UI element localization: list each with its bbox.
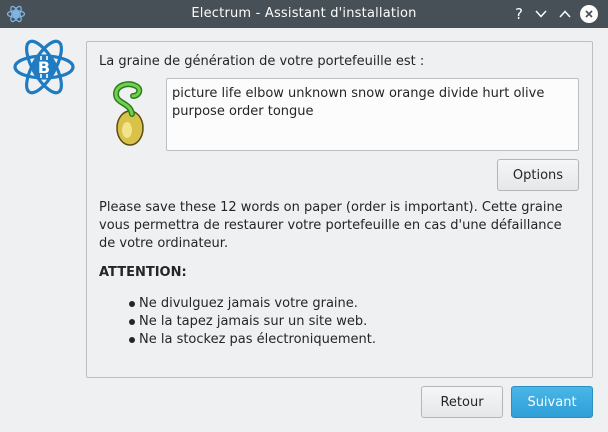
title-bar[interactable]: Electrum - Assistant d'installation ? [0,0,608,28]
list-item: Ne divulguez jamais votre graine. [129,295,376,313]
warning-text: Ne divulguez jamais votre graine. [139,296,358,311]
seed-heading: La graine de génération de votre portefe… [99,54,425,69]
close-button[interactable] [579,4,599,24]
warning-text: Ne la tapez jamais sur un site web. [139,314,368,329]
next-button[interactable]: Suivant [511,386,593,418]
list-item: Ne la stockez pas électroniquement. [129,331,376,349]
close-icon [585,10,593,18]
seed-instructions: Please save these 12 words on paper (ord… [99,200,563,251]
seed-words-textarea[interactable]: picture life elbow unknown snow orange d… [166,78,579,151]
bullet-icon [129,301,135,307]
sprouting-seed-icon [112,81,144,146]
warning-list: Ne divulguez jamais votre graine. Ne la … [129,295,376,349]
maximize-button[interactable] [555,4,575,24]
back-button[interactable]: Retour [421,386,503,418]
svg-text:B: B [38,58,50,77]
electrum-logo: B [13,39,75,95]
minimize-button[interactable] [531,4,551,24]
list-item: Ne la tapez jamais sur un site web. [129,313,376,331]
bullet-icon [129,319,135,325]
attention-heading: ATTENTION: [99,265,187,280]
bullet-icon [129,337,135,343]
chevron-down-icon [535,10,547,18]
options-button[interactable]: Options [497,159,579,191]
help-button[interactable]: ? [509,4,529,24]
warning-text: Ne la stockez pas électroniquement. [139,332,377,347]
chevron-up-icon [559,10,571,18]
